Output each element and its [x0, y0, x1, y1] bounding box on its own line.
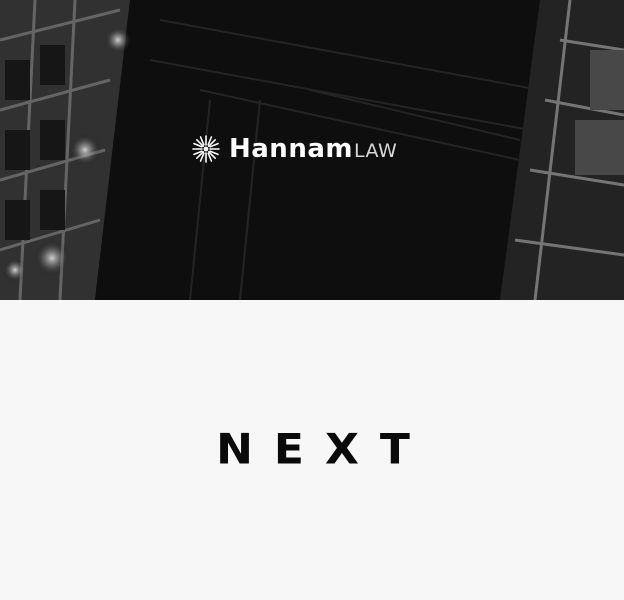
- next-label: NEXT: [216, 425, 431, 474]
- logo-suffix: LAW: [353, 139, 398, 162]
- logo-name: Hannam: [229, 134, 353, 164]
- next-section: NEXT: [0, 300, 624, 600]
- hero-banner: Hannam LAW: [0, 0, 624, 300]
- next-button[interactable]: NEXT: [208, 424, 418, 476]
- starburst-icon: [192, 135, 220, 163]
- hannam-law-logo[interactable]: Hannam LAW: [191, 133, 397, 165]
